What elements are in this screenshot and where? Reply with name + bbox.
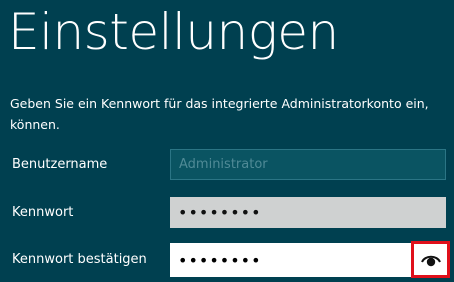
page-title: Einstellungen (8, 3, 339, 61)
description-line-1: Geben Sie ein Kennwort für das integrier… (10, 96, 429, 111)
description: Geben Sie ein Kennwort für das integrier… (10, 93, 454, 135)
description-line-2: können. (10, 117, 60, 132)
reveal-password-button[interactable] (411, 241, 450, 278)
confirm-password-label: Kennwort bestätigen (12, 252, 147, 267)
username-field[interactable]: Administrator (170, 149, 446, 180)
username-label: Benutzername (12, 157, 108, 172)
password-field[interactable]: •••••••• (170, 197, 446, 228)
eye-icon (420, 255, 441, 266)
confirm-password-field[interactable]: •••••••• (170, 243, 446, 277)
password-label: Kennwort (12, 205, 74, 220)
